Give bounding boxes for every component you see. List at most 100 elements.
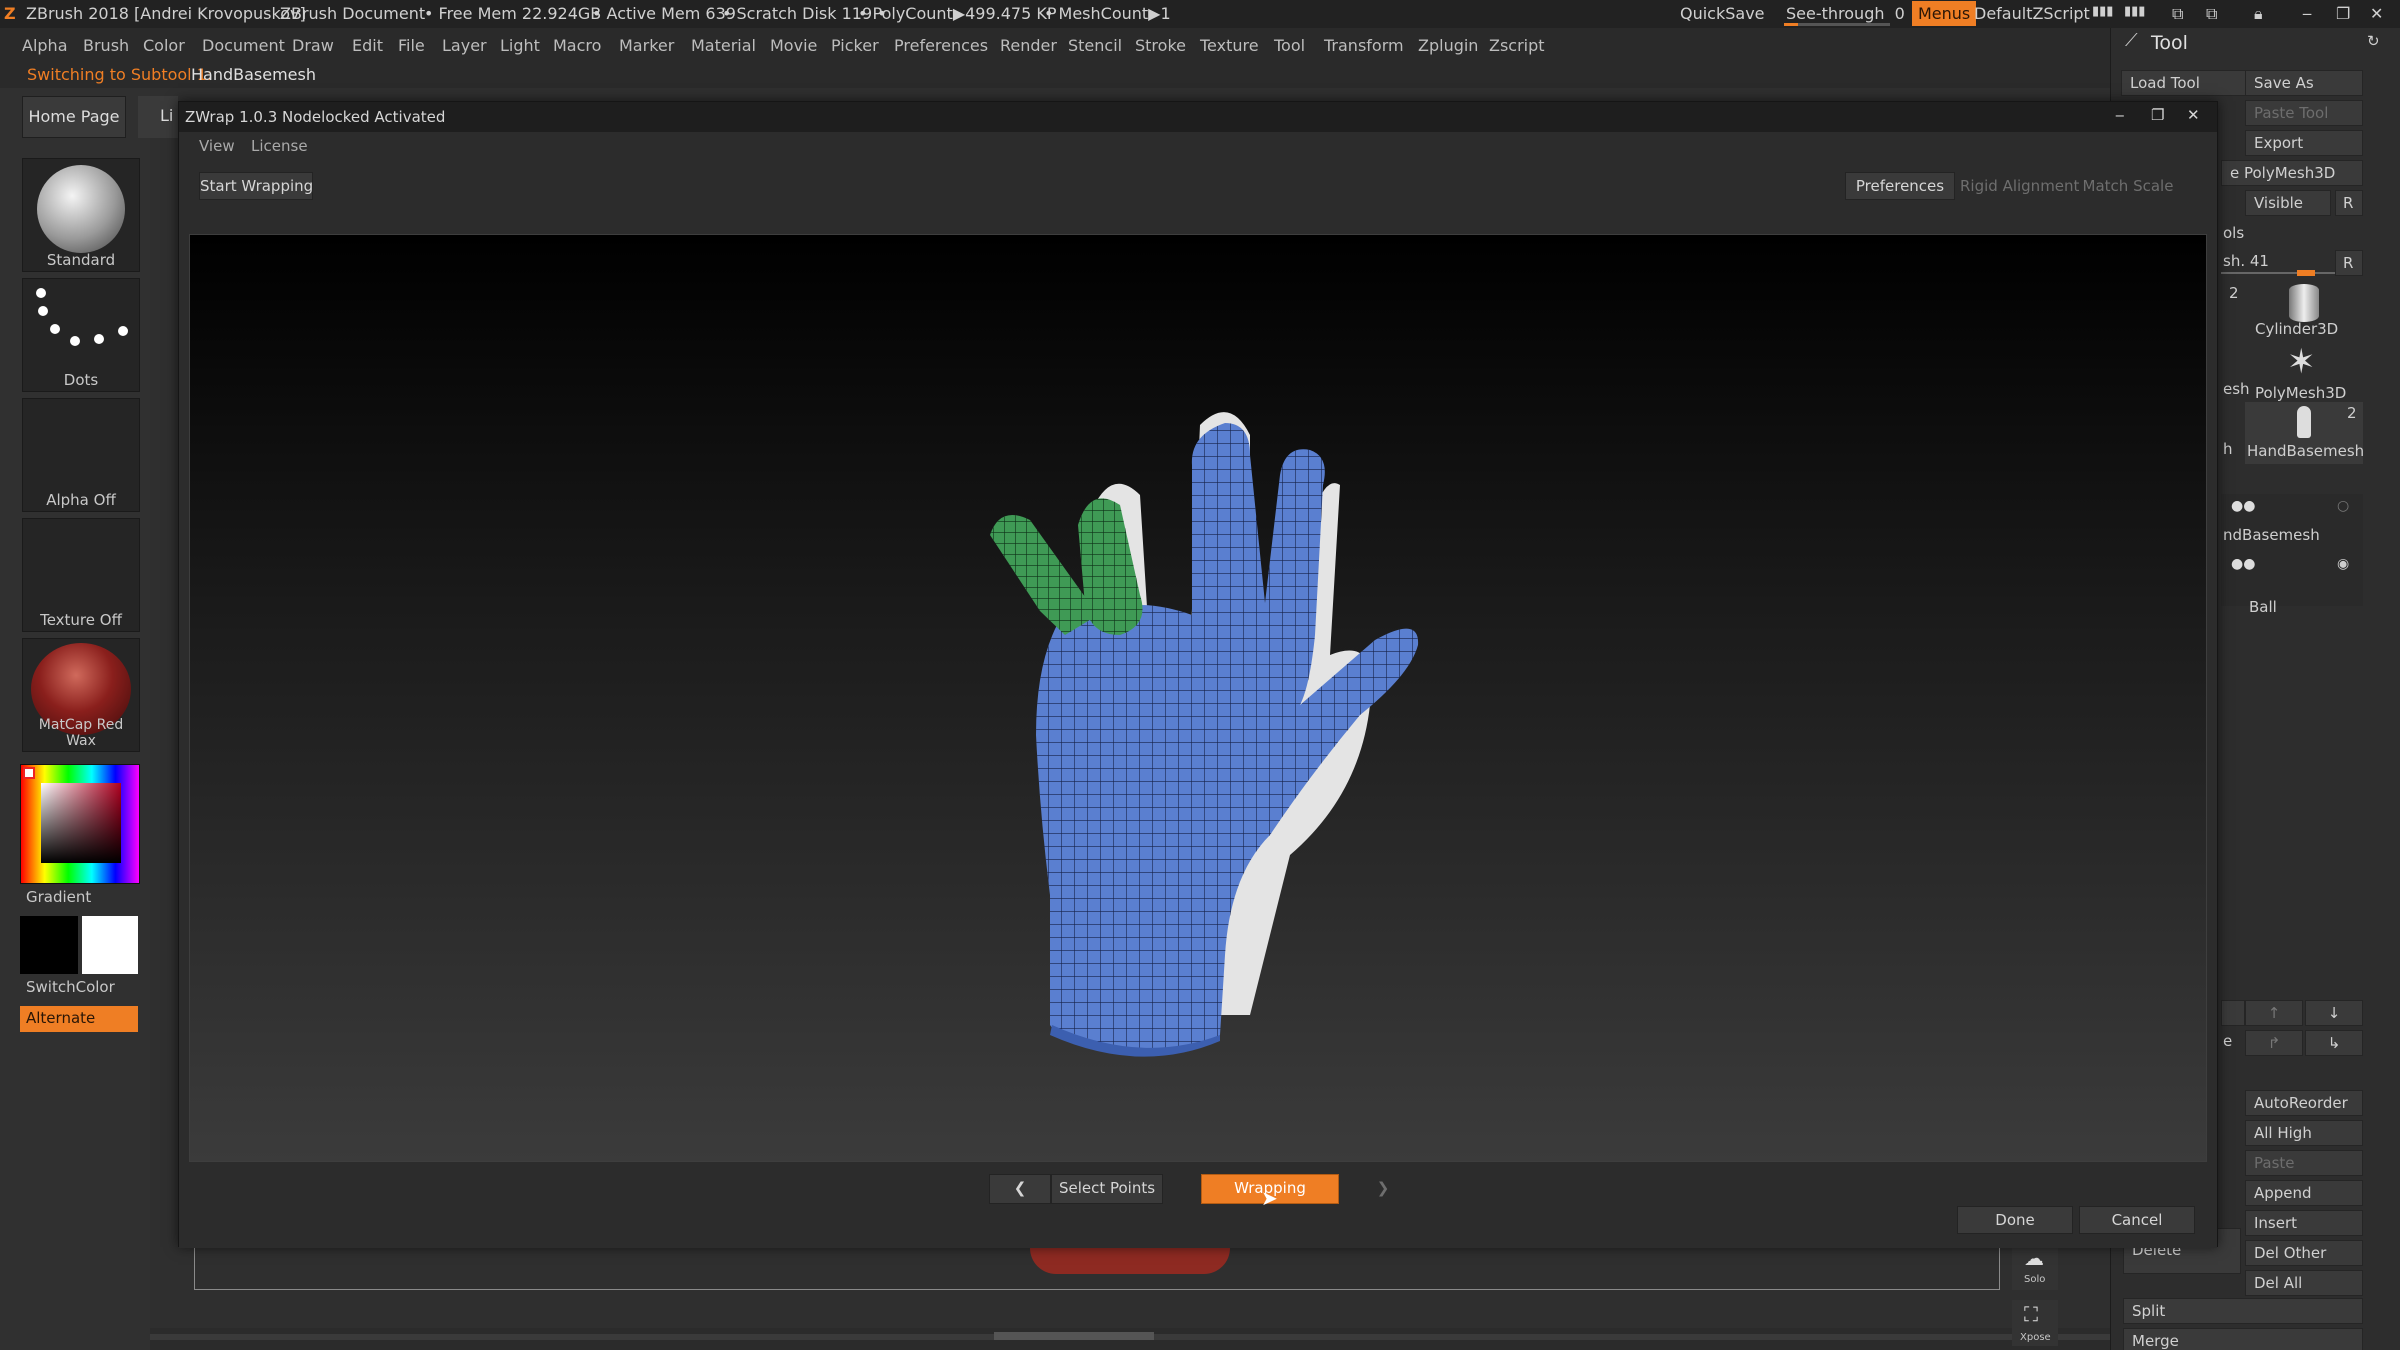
done-button[interactable]: Done [1957,1206,2073,1234]
match-scale-button[interactable]: Match Scale [2079,172,2177,200]
subtool-1-toggles[interactable]: ●● ○ [2225,498,2359,518]
color-picker-square[interactable] [41,783,121,863]
color-picker[interactable] [20,764,140,884]
window-icon[interactable]: ⧉ [2172,4,2183,24]
menu-color[interactable]: Color [143,36,185,55]
mesh-r-button[interactable]: R [2335,250,2363,276]
menu-layer[interactable]: Layer [442,36,487,55]
alternate-button[interactable]: Alternate [20,1006,138,1032]
menu-macro[interactable]: Macro [553,36,601,55]
menu-file[interactable]: File [398,36,425,55]
menu-zplugin[interactable]: Zplugin [1418,36,1478,55]
menu-stencil[interactable]: Stencil [1068,36,1122,55]
zwrap-viewport[interactable] [189,234,2207,1162]
xpose-button[interactable]: ⛶ Xpose [2012,1300,2058,1346]
export-button[interactable]: Export [2245,130,2363,156]
menus-button[interactable]: Menus [1912,1,1977,26]
canvas-scroll-thumb[interactable] [994,1332,1154,1340]
see-through-slider[interactable]: See-through 0 [1786,4,1905,23]
zwrap-menu-license[interactable]: License [251,137,308,155]
default-zscript-button[interactable]: DefaultZScript [1974,4,2090,23]
close-icon[interactable]: ✕ [2370,4,2383,23]
restore-icon[interactable]: ❐ [2336,4,2350,23]
polymesh3d-button[interactable]: e PolyMesh3D [2221,160,2363,186]
redo-arrow-icon[interactable]: ↱ [2245,1030,2303,1056]
alpha-slot[interactable]: Alpha Off [22,398,140,512]
menu-transform[interactable]: Transform [1324,36,1404,55]
menu-preferences[interactable]: Preferences [894,36,988,55]
solo-button[interactable]: ☁ Solo [2012,1244,2058,1290]
menu-edit[interactable]: Edit [352,36,383,55]
subtool-1-name[interactable]: ndBasemesh [2223,526,2320,544]
cylinder3d-thumb[interactable]: Cylinder3D [2245,280,2363,340]
home-page-button[interactable]: Home Page [22,96,126,138]
menu-draw[interactable]: Draw [292,36,334,55]
visible-r-button[interactable]: R [2335,190,2363,216]
menu-alpha[interactable]: Alpha [22,36,68,55]
rigid-alignment-button[interactable]: Rigid Alignment [1959,172,2079,200]
next-step-icon[interactable]: ❯ [1353,1174,1413,1204]
menu-texture[interactable]: Texture [1200,36,1259,55]
menu-render[interactable]: Render [1000,36,1057,55]
preferences-button[interactable]: Preferences [1845,172,1955,200]
menu-brush[interactable]: Brush [83,36,129,55]
eye-icon-2[interactable]: ◉ [2337,556,2349,572]
menu-stroke[interactable]: Stroke [1135,36,1186,55]
switchcolor-label[interactable]: SwitchColor [26,978,115,996]
layout-icon[interactable]: ▮▮▮ [2092,4,2113,19]
zwrap-menu-view[interactable]: View [199,137,235,155]
save-as-button[interactable]: Save As [2245,70,2363,96]
move-button[interactable] [2221,1000,2245,1026]
mesh-slider[interactable] [2221,270,2335,276]
polymesh3d-thumb[interactable]: ✶ PolyMesh3D [2245,342,2363,404]
zwrap-maximize-icon[interactable]: ❐ [2151,106,2164,124]
menu-picker[interactable]: Picker [831,36,879,55]
load-tool-button[interactable]: Load Tool [2121,70,2249,96]
del-all-button[interactable]: Del All [2245,1270,2363,1296]
material-slot[interactable]: MatCap Red Wax [22,638,140,752]
zwrap-close-icon[interactable]: ✕ [2187,106,2200,124]
merge-button[interactable]: Merge [2123,1328,2363,1350]
prev-step-icon[interactable]: ❮ [989,1174,1051,1204]
toggle-icon-2[interactable]: ●● [2231,556,2255,572]
lightbox-tab[interactable]: Li [138,96,178,138]
toggle-icon[interactable]: ●● [2231,498,2255,514]
arrow-down-icon[interactable]: ↓ [2305,1000,2363,1026]
brush-slot[interactable]: Standard [22,158,140,272]
arrow-up-icon[interactable]: ↑ [2245,1000,2303,1026]
cancel-button[interactable]: Cancel [2079,1206,2195,1234]
subtool-list[interactable]: ●● ○ ndBasemesh ●● ◉ [2221,494,2363,606]
all-high-button[interactable]: All High [2245,1120,2363,1146]
subtool-2-name[interactable]: Ball [2249,598,2277,616]
zwrap-minimize-icon[interactable]: ‒ [2115,106,2125,124]
texture-slot[interactable]: Texture Off [22,518,140,632]
menu-document[interactable]: Document [202,36,285,55]
menu-material[interactable]: Material [691,36,756,55]
main-color-swatch[interactable] [20,916,78,974]
secondary-color-swatch[interactable] [82,916,138,974]
layout-alt-icon[interactable]: ▮▮▮ [2124,4,2145,19]
minimize-icon[interactable]: ‒ [2302,4,2312,23]
menu-tool[interactable]: Tool [1274,36,1305,55]
quicksave-button[interactable]: QuickSave [1680,4,1765,23]
del-other-button[interactable]: Del Other [2245,1240,2363,1266]
menu-zscript[interactable]: Zscript [1489,36,1545,55]
switchcolor-swatches[interactable] [20,916,138,974]
autoreorder-button[interactable]: AutoReorder [2245,1090,2363,1116]
lock-icon[interactable]: 🔒︎ [2254,4,2263,24]
eye-icon[interactable]: ○ [2337,498,2349,514]
insert-button[interactable]: Insert [2245,1210,2363,1236]
stroke-slot[interactable]: Dots [22,278,140,392]
split-button[interactable]: Split [2123,1298,2363,1324]
menu-light[interactable]: Light [500,36,540,55]
insert-arrow-icon[interactable]: ↳ [2305,1030,2363,1056]
append-button[interactable]: Append [2245,1180,2363,1206]
handbasemesh-thumb[interactable]: 2 HandBasemesh [2245,402,2364,464]
visible-button[interactable]: Visible [2245,190,2331,216]
window-alt-icon[interactable]: ⧉ [2206,4,2217,24]
menu-marker[interactable]: Marker [619,36,674,55]
subtool-2-toggles[interactable]: ●● ◉ [2225,556,2359,576]
paste-tool-button[interactable]: Paste Tool [2245,100,2363,126]
palette-refresh-icon[interactable]: ↻ [2367,32,2380,50]
menu-movie[interactable]: Movie [770,36,817,55]
